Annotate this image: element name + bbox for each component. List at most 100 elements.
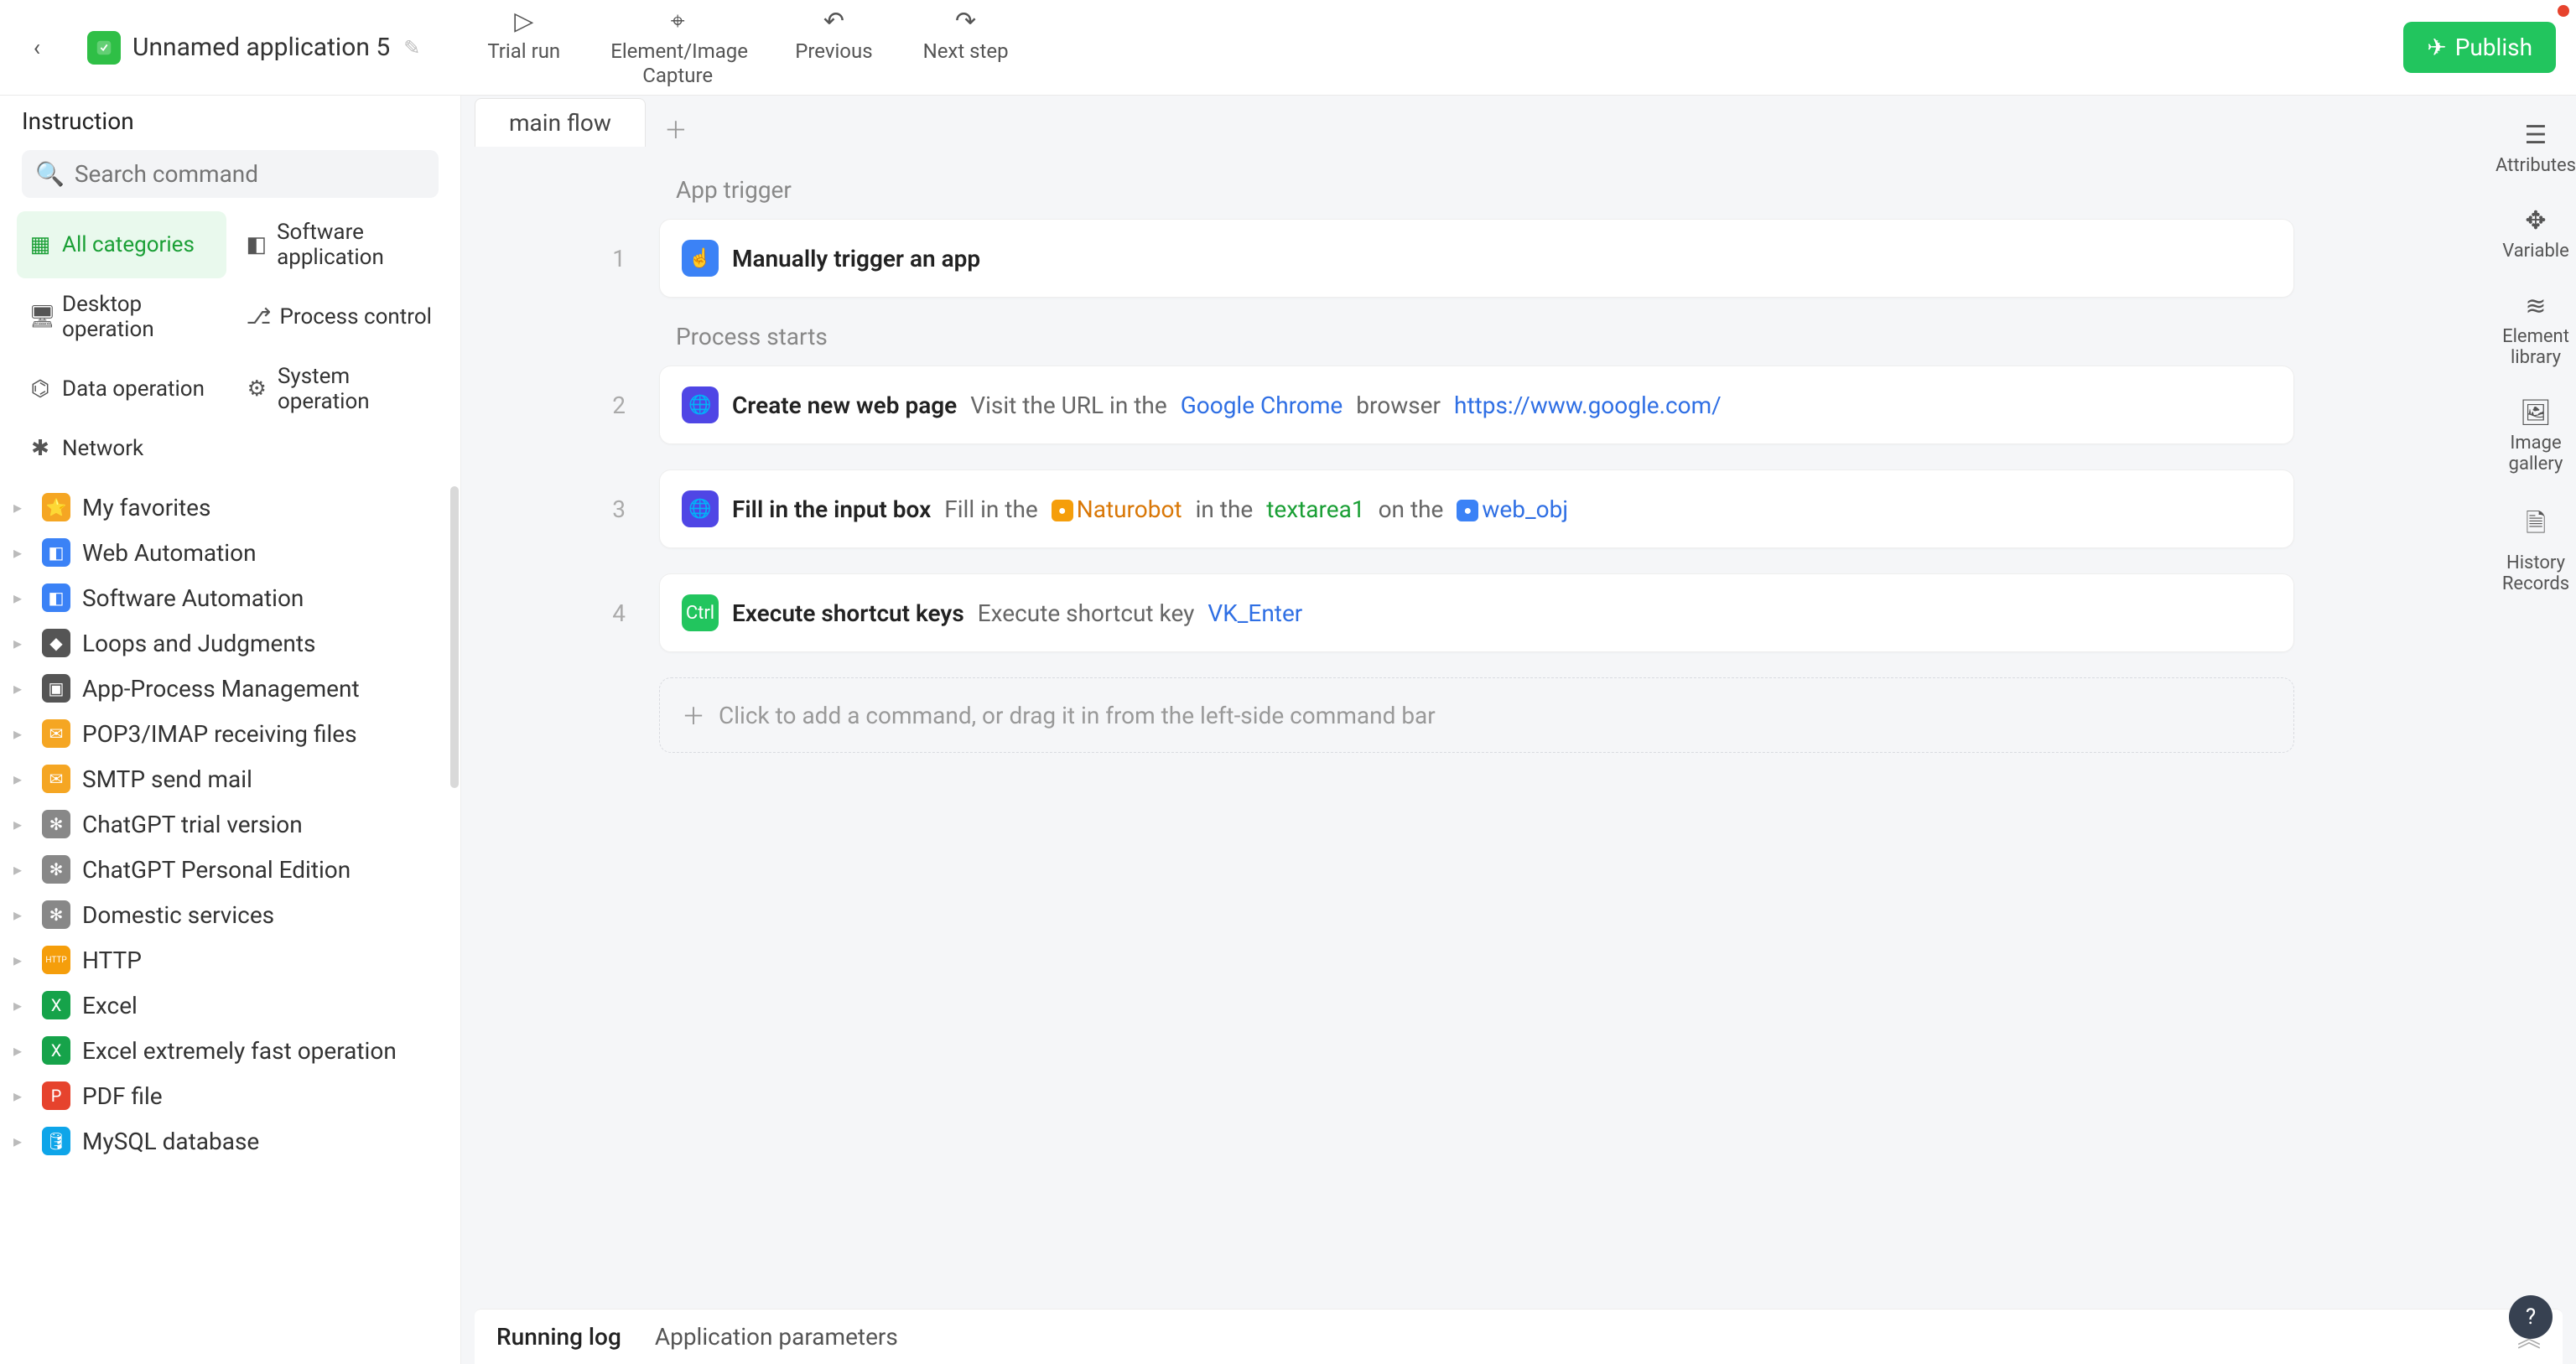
step-token: textarea1 [1266,495,1364,523]
tree-item-icon: ✻ [42,810,70,838]
category-process[interactable]: ⎇Process control [235,283,444,350]
publish-icon: ✈ [2427,34,2446,61]
tree-item-label: PDF file [82,1082,163,1110]
chevron-right-icon: ▸ [13,859,30,879]
tree-item-label: MySQL database [82,1128,259,1155]
data-icon: ⌬ [29,376,52,402]
step-title: Manually trigger an app [732,245,980,272]
rail-variable[interactable]: ✥Variable [2498,206,2573,262]
tree-item-icon: ✉ [42,719,70,748]
trial-run-button[interactable]: ▷ Trial run [487,7,560,88]
category-all[interactable]: ▦All categories [17,211,226,278]
tree-item-label: ChatGPT Personal Edition [82,856,351,884]
tree-item-4[interactable]: ▸ ▣ App-Process Management [8,666,452,711]
step-card-3[interactable]: 🌐 Fill in the input box Fill in the ●Nat… [659,469,2294,548]
tree-item-label: Software Automation [82,584,304,612]
variable-icon: ✥ [2525,206,2546,236]
category-software[interactable]: ◧Software application [235,211,444,278]
tree-item-label: Excel [82,992,138,1019]
tree-item-label: ChatGPT trial version [82,811,303,838]
tree-item-3[interactable]: ▸ ◆ Loops and Judgments [8,620,452,666]
step-title: Create new web page [732,392,957,419]
help-fab[interactable]: ? [2509,1295,2553,1339]
search-command[interactable]: 🔍 [22,150,439,198]
next-step-button[interactable]: ↷ Next step [923,7,1009,88]
gear-icon: ⚙ [247,376,267,402]
tree-item-5[interactable]: ▸ ✉ POP3/IMAP receiving files [8,711,452,756]
image-icon: 🖼 [2520,398,2552,428]
tree-item-11[interactable]: ▸ X Excel [8,983,452,1028]
tree-item-label: Loops and Judgments [82,630,315,657]
tree-item-label: App-Process Management [82,675,360,703]
step-token: https://www.google.com/ [1454,392,1722,419]
step-token: on the [1379,495,1444,523]
rail-element-library[interactable]: ≋Element library [2498,292,2573,368]
tree-item-9[interactable]: ▸ ✻ Domestic services [8,892,452,937]
flow-tab-main[interactable]: main flow [475,98,646,147]
chevron-right-icon: ▸ [13,769,30,789]
sidebar-scrollbar[interactable] [450,486,459,788]
step-icon: 🌐 [682,386,719,423]
app-title: Unnamed application 5 [132,33,390,62]
command-tree[interactable]: ▸ ⭐ My favorites▸ ◧ Web Automation▸ ◧ So… [0,480,460,1364]
tree-item-1[interactable]: ▸ ◧ Web Automation [8,530,452,575]
network-icon: ✱ [29,436,52,461]
tree-item-label: POP3/IMAP receiving files [82,720,357,748]
step-token: Execute shortcut key [978,599,1195,627]
back-button[interactable]: ‹ [20,31,54,65]
step-title: Execute shortcut keys [732,599,964,627]
tree-item-icon: ⭐ [42,493,70,521]
step-number: 2 [491,392,659,419]
tree-item-6[interactable]: ▸ ✉ SMTP send mail [8,756,452,801]
category-system[interactable]: ⚙System operation [235,355,444,423]
tree-item-8[interactable]: ▸ ✻ ChatGPT Personal Edition [8,847,452,892]
tree-item-label: HTTP [82,947,142,974]
step-number: 4 [491,599,659,627]
step-token: in the [1196,495,1254,523]
tree-item-label: Domestic services [82,901,274,929]
tree-item-12[interactable]: ▸ X Excel extremely fast operation [8,1028,452,1073]
step-card-4[interactable]: Ctrl Execute shortcut keys Execute short… [659,573,2294,652]
step-icon: 🌐 [682,490,719,527]
category-data[interactable]: ⌬Data operation [17,355,226,423]
history-icon: 🗎 [2526,505,2546,547]
search-input[interactable] [75,160,425,188]
step-token: browser [1356,392,1441,419]
app-logo-icon [87,31,121,65]
tree-item-14[interactable]: ▸ 🛢 MySQL database [8,1118,452,1164]
step-icon: ☝ [682,240,719,277]
bottom-tab-app-params[interactable]: Application parameters [655,1323,898,1351]
step-icon: Ctrl [682,594,719,631]
tree-item-icon: ✉ [42,765,70,793]
capture-button[interactable]: ⌖ Element/Image Capture [610,7,745,88]
step-token: ●web_obj [1457,495,1568,523]
rail-attributes[interactable]: ☰Attributes [2498,121,2573,176]
tree-item-10[interactable]: ▸ HTTP HTTP [8,937,452,983]
edit-title-icon[interactable]: ✎ [403,36,420,60]
add-command-dropzone[interactable]: ＋ Click to add a command, or drag it in … [659,677,2294,753]
add-tab-button[interactable]: ＋ [659,112,693,146]
publish-button[interactable]: ✈ Publish [2403,22,2556,73]
tree-item-icon: ◧ [42,538,70,567]
tree-item-label: Web Automation [82,539,257,567]
tree-item-icon: X [42,991,70,1019]
category-desktop[interactable]: 🖥Desktop operation [17,283,226,350]
step-token: VK_Enter [1208,599,1302,627]
step-token: Google Chrome [1181,392,1343,419]
tree-item-2[interactable]: ▸ ◧ Software Automation [8,575,452,620]
rail-history[interactable]: 🗎History Records [2498,505,2573,594]
trigger-section-label: App trigger [676,176,2546,204]
category-network[interactable]: ✱Network [17,428,226,469]
tree-item-13[interactable]: ▸ P PDF file [8,1073,452,1118]
tree-item-0[interactable]: ▸ ⭐ My favorites [8,485,452,530]
tree-item-7[interactable]: ▸ ✻ ChatGPT trial version [8,801,452,847]
previous-button[interactable]: ↶ Previous [795,7,872,88]
capture-icon: ⌖ [671,7,685,36]
step-card-1[interactable]: ☝ Manually trigger an app [659,219,2294,298]
sidebar-title: Instruction [0,96,460,145]
bottom-tab-running-log[interactable]: Running log [496,1323,621,1351]
notification-dot-icon [2558,5,2569,17]
step-card-2[interactable]: 🌐 Create new web page Visit the URL in t… [659,366,2294,444]
rail-image-gallery[interactable]: 🖼Image gallery [2498,398,2573,475]
plus-icon: ＋ [682,698,705,732]
